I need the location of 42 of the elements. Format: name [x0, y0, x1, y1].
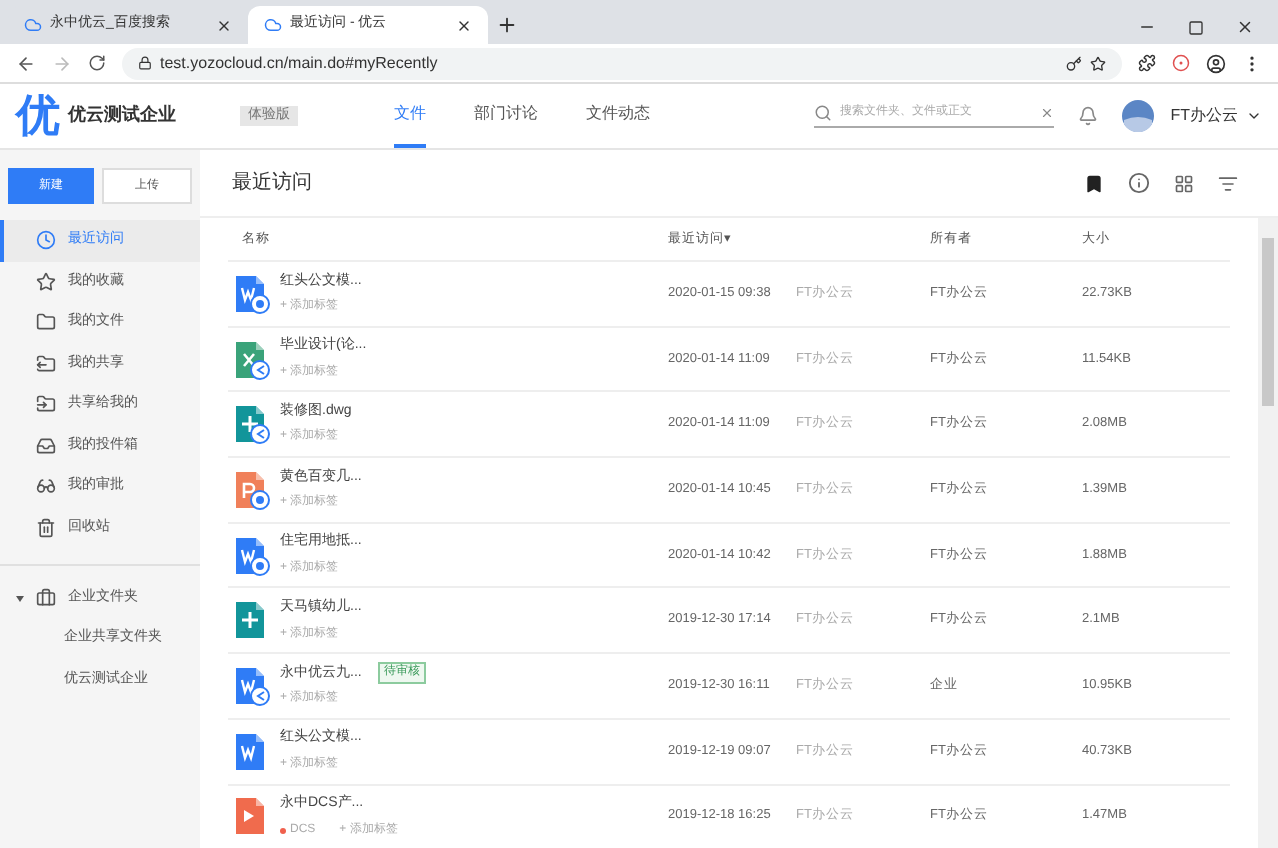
user-name[interactable]: FT办公云 [1170, 104, 1238, 128]
inbox-icon [36, 435, 56, 456]
favicon-icon [264, 16, 282, 34]
search-icon [814, 104, 833, 122]
bookmark-star-icon[interactable] [1090, 55, 1106, 71]
favicon-icon [24, 16, 42, 34]
reload-icon[interactable] [88, 54, 106, 72]
logo: 优 [16, 94, 60, 138]
clock-icon [36, 230, 56, 251]
nav-tab[interactable]: 文件 [394, 84, 426, 148]
expand-icon [16, 595, 24, 601]
lock-icon [138, 56, 152, 70]
folder-arrow-icon [36, 353, 56, 374]
close-icon[interactable] [216, 17, 232, 33]
list-view-icon[interactable] [1218, 173, 1238, 193]
page-title: 最近访问 [232, 169, 312, 198]
close-icon[interactable] [456, 17, 472, 33]
avatar[interactable] [1122, 100, 1155, 132]
nav-tab[interactable]: 部门讨论 [474, 84, 538, 148]
bookmark-icon[interactable] [1084, 173, 1104, 193]
extension-icon[interactable] [1138, 54, 1156, 72]
url-text: test.yozocloud.cn/main.do#myRecently [160, 51, 438, 75]
maximize-icon[interactable] [1188, 19, 1204, 35]
star-icon [36, 271, 56, 292]
record-icon[interactable] [1172, 54, 1190, 72]
company-name: 优云测试企业 [68, 102, 176, 129]
clear-icon[interactable] [1040, 106, 1055, 120]
new-tab-icon[interactable] [496, 14, 518, 36]
glasses-icon [36, 476, 56, 497]
profile-icon[interactable] [1206, 53, 1226, 73]
bell-icon[interactable] [1078, 106, 1099, 126]
nav-tab[interactable]: 文件动态 [586, 84, 650, 148]
info-icon[interactable] [1128, 172, 1150, 194]
caret-icon[interactable] [1246, 108, 1262, 124]
address-field[interactable]: test.yozocloud.cn/main.do#myRecently [122, 47, 1122, 79]
close-window-icon[interactable] [1236, 18, 1254, 36]
scrollbar-thumb[interactable] [1262, 238, 1274, 406]
back-icon[interactable] [16, 53, 36, 73]
grid-view-icon[interactable] [1174, 173, 1194, 193]
folder-arrow-icon [36, 394, 56, 415]
key-icon[interactable] [1066, 55, 1082, 71]
trash-icon [36, 517, 56, 538]
